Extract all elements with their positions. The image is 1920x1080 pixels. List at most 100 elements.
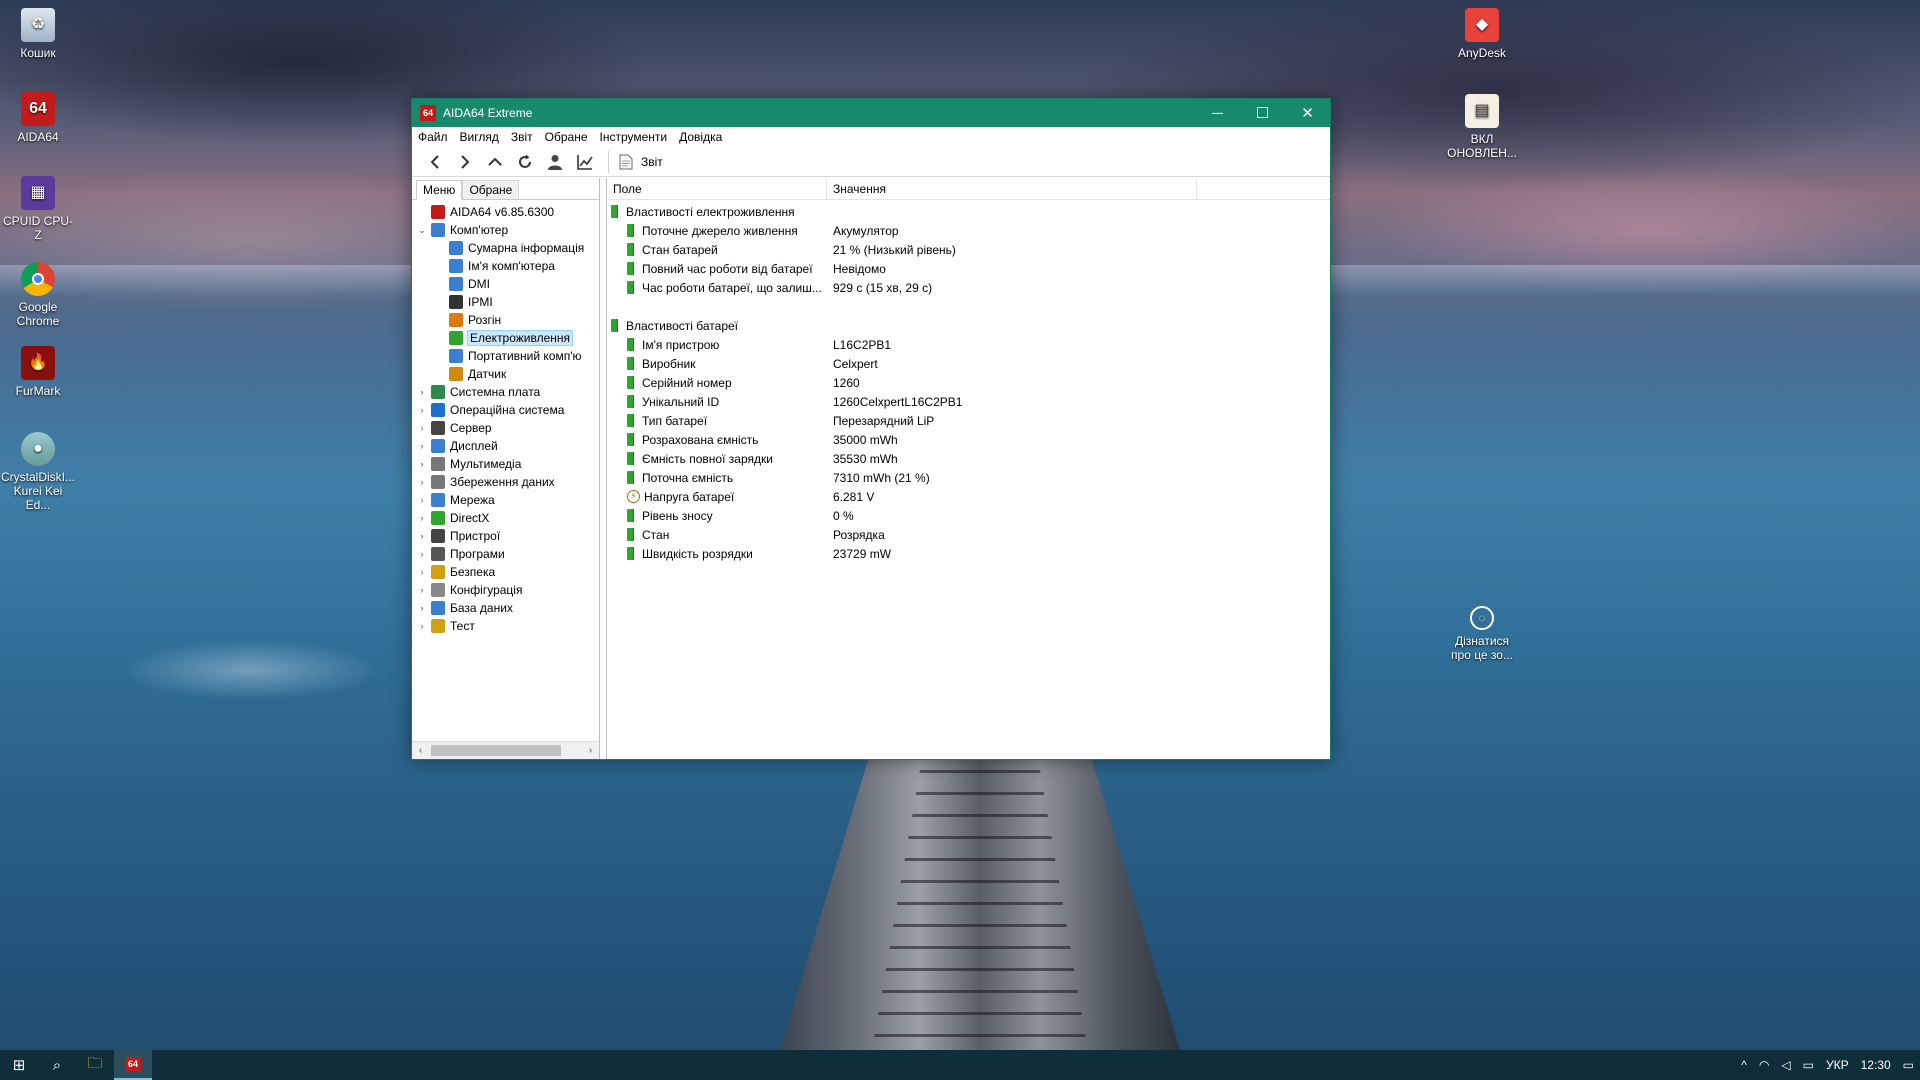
detail-row[interactable]: Ім'я пристрою L16C2PB1 (607, 335, 1330, 354)
detail-row[interactable]: Стан Розрядка (607, 525, 1330, 544)
menu-view[interactable]: Вигляд (460, 130, 499, 144)
tree-item[interactable]: Датчик (412, 365, 599, 383)
menu-favorites[interactable]: Обране (545, 130, 588, 144)
detail-row[interactable]: Повний час роботи від батареї Невідомо (607, 259, 1330, 278)
desktop-icon-aida64[interactable]: 64 AIDA64 (0, 92, 76, 144)
tree-item[interactable]: › Тест (412, 617, 599, 635)
tree-item[interactable]: › Збереження даних (412, 473, 599, 491)
detail-row[interactable]: Поточне джерело живлення Акумулятор (607, 221, 1330, 240)
expand-icon[interactable]: › (416, 620, 428, 632)
tray-overflow-icon[interactable]: ^ (1741, 1058, 1747, 1072)
tree-item[interactable]: › Пристрої (412, 527, 599, 545)
detail-row[interactable]: Тип батареї Перезарядний LiP (607, 411, 1330, 430)
tree-item[interactable]: Електроживлення (412, 329, 599, 347)
expand-icon[interactable]: › (416, 494, 428, 506)
menu-file[interactable]: Файл (418, 130, 448, 144)
scroll-right-icon[interactable]: › (582, 745, 599, 756)
report-button[interactable]: Звіт (615, 154, 667, 170)
tree-item[interactable]: Сумарна інформація (412, 239, 599, 257)
tree-item[interactable]: › База даних (412, 599, 599, 617)
menu-help[interactable]: Довідка (679, 130, 722, 144)
scroll-thumb[interactable] (431, 745, 561, 756)
expand-icon[interactable]: › (416, 548, 428, 560)
detail-row[interactable]: Серійний номер 1260 (607, 373, 1330, 392)
desktop-icon-recycle-bin[interactable]: ♻ Кошик (0, 8, 76, 60)
expand-icon[interactable]: › (416, 440, 428, 452)
desktop-icon-update-file[interactable]: ▤ ВКЛ ОНОВЛЕН... (1444, 94, 1520, 160)
detail-row[interactable]: Швидкість розрядки 23729 mW (607, 544, 1330, 563)
tree-item[interactable]: › Конфігурація (412, 581, 599, 599)
start-button[interactable]: ⊞ (0, 1050, 38, 1080)
detail-row[interactable]: ⚡ Напруга батареї 6.281 V (607, 487, 1330, 506)
minimize-button[interactable]: ─ (1195, 99, 1240, 127)
expand-icon[interactable]: › (416, 422, 428, 434)
horizontal-scrollbar[interactable]: ‹ › (412, 741, 599, 759)
clock[interactable]: 12:30 (1861, 1058, 1891, 1072)
expand-icon[interactable]: › (416, 602, 428, 614)
tree-item[interactable]: › Програми (412, 545, 599, 563)
expand-icon[interactable]: › (416, 566, 428, 578)
desktop-icon-cpuz[interactable]: ▦ CPUID CPU-Z (0, 176, 76, 242)
group-header[interactable]: Властивості батареї (607, 316, 1330, 335)
tree-item[interactable]: › Мультимедіа (412, 455, 599, 473)
tree-item[interactable]: › DirectX (412, 509, 599, 527)
detail-row[interactable]: Рівень зносу 0 % (607, 506, 1330, 525)
detail-row[interactable]: Ємність повної зарядки 35530 mWh (607, 449, 1330, 468)
detail-row[interactable]: Унікальний ID 1260CelxpertL16C2PB1 (607, 392, 1330, 411)
tree-item[interactable]: ⌄ Комп'ютер (412, 221, 599, 239)
expand-icon[interactable]: › (416, 476, 428, 488)
detail-row[interactable]: Час роботи батареї, що залиш... 929 с (15… (607, 278, 1330, 297)
tree-item[interactable]: AIDA64 v6.85.6300 (412, 203, 599, 221)
scroll-left-icon[interactable]: ‹ (412, 745, 429, 756)
search-button[interactable]: ⌕ (38, 1050, 76, 1080)
desktop-icon-furmark[interactable]: 🔥 FurMark (0, 346, 76, 398)
tree-item[interactable]: Розгін (412, 311, 599, 329)
battery-tray-icon[interactable]: ▭ (1803, 1058, 1814, 1072)
desktop-icon-chrome[interactable]: Google Chrome (0, 262, 76, 328)
tree-item[interactable]: › Безпека (412, 563, 599, 581)
column-header-field[interactable]: Поле (607, 178, 827, 199)
taskbar-aida64-button[interactable]: 64 (114, 1050, 152, 1080)
expand-icon[interactable]: › (416, 458, 428, 470)
tree-item[interactable]: IPMI (412, 293, 599, 311)
notifications-icon[interactable]: ▭ (1903, 1058, 1914, 1072)
tree-item[interactable]: › Мережа (412, 491, 599, 509)
detail-row[interactable]: Стан батарей 21 % (Низький рівень) (607, 240, 1330, 259)
tree-item[interactable]: DMI (412, 275, 599, 293)
detail-row[interactable]: Виробник Celxpert (607, 354, 1330, 373)
expand-icon[interactable]: › (416, 512, 428, 524)
tree-item[interactable]: › Дисплей (412, 437, 599, 455)
expand-icon[interactable]: › (416, 530, 428, 542)
user-button[interactable] (540, 149, 570, 175)
close-button[interactable]: ✕ (1285, 99, 1330, 127)
volume-icon[interactable]: ◁ (1781, 1058, 1790, 1072)
tab-favorites[interactable]: Обране (462, 180, 520, 199)
tree-item[interactable]: Ім'я комп'ютера (412, 257, 599, 275)
menu-report[interactable]: Звіт (511, 130, 533, 144)
detail-row[interactable]: Поточна ємність 7310 mWh (21 %) (607, 468, 1330, 487)
up-button[interactable] (480, 149, 510, 175)
tree-item[interactable]: › Сервер (412, 419, 599, 437)
maximize-button[interactable]: ☐ (1240, 99, 1285, 127)
forward-button[interactable] (450, 149, 480, 175)
tab-menu[interactable]: Меню (416, 180, 463, 200)
tree-item[interactable]: › Системна плата (412, 383, 599, 401)
back-button[interactable] (420, 149, 450, 175)
desktop-icon-crystaldisk[interactable]: ● CrystalDiskI... Kurei Kei Ed... (0, 432, 76, 512)
desktop-icon-learn-more[interactable]: ◌ Дізнатися про це зо... (1444, 606, 1520, 662)
explorer-button[interactable]: 🗀 (76, 1050, 114, 1080)
expand-icon[interactable]: › (416, 584, 428, 596)
desktop-icon-anydesk[interactable]: ◆ AnyDesk (1444, 8, 1520, 60)
menu-tools[interactable]: Інструменти (600, 130, 668, 144)
detail-row[interactable]: Розрахована ємність 35000 mWh (607, 430, 1330, 449)
title-bar[interactable]: 64 AIDA64 Extreme ─ ☐ ✕ (412, 99, 1330, 127)
tree-item[interactable]: Портативний комп'ю (412, 347, 599, 365)
expand-icon[interactable]: › (416, 404, 428, 416)
group-header[interactable]: Властивості електроживлення (607, 202, 1330, 221)
chart-button[interactable] (570, 149, 600, 175)
column-header-value[interactable]: Значення (827, 178, 1197, 199)
network-icon[interactable]: ◠ (1759, 1058, 1769, 1072)
collapse-icon[interactable]: ⌄ (416, 224, 428, 236)
tree-item[interactable]: › Операційна система (412, 401, 599, 419)
language-indicator[interactable]: УКР (1826, 1058, 1849, 1072)
